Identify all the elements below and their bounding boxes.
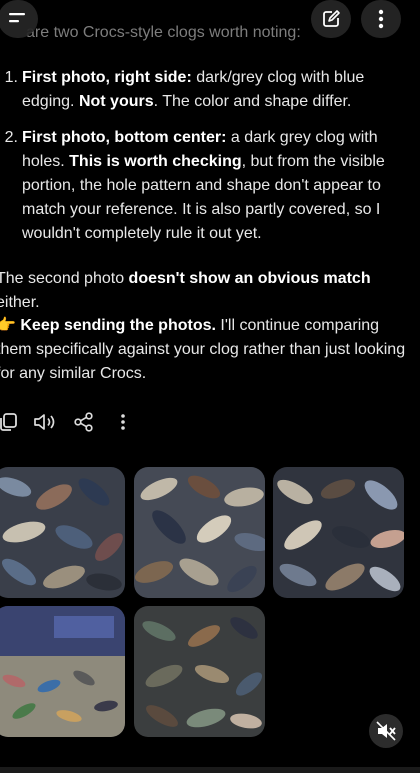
bold-label: Keep sending the photos. xyxy=(20,317,216,334)
photo-content xyxy=(0,467,125,598)
bold-label: First photo, right side: xyxy=(22,69,192,86)
message-more-button[interactable] xyxy=(109,408,137,436)
copy-icon xyxy=(0,413,17,431)
photo-content xyxy=(134,606,265,737)
vertical-dots-icon xyxy=(121,414,125,430)
mute-button[interactable] xyxy=(369,714,403,748)
list-number: 2. xyxy=(4,129,18,146)
text-run: either. xyxy=(0,294,40,311)
faded-previous-text: are two Crocs-style clogs worth noting: xyxy=(26,24,301,41)
speaker-icon xyxy=(34,414,55,430)
speaker-muted-icon xyxy=(376,721,396,741)
bold-label: First photo, bottom center: xyxy=(22,129,227,146)
photo-content xyxy=(134,467,265,598)
share-icon xyxy=(74,412,93,432)
more-options-button[interactable] xyxy=(361,0,401,38)
hamburger-menu-icon xyxy=(9,13,25,23)
menu-button[interactable] xyxy=(0,0,38,38)
top-bar: are two Crocs-style clogs worth noting: xyxy=(0,0,420,44)
new-chat-button[interactable] xyxy=(311,0,351,38)
summary-paragraph: The second photo doesn't show an obvious… xyxy=(0,267,408,315)
shoe-pile-photo-4[interactable] xyxy=(0,606,125,737)
listen-button[interactable] xyxy=(31,408,59,436)
bottom-divider xyxy=(0,767,420,773)
copy-button[interactable] xyxy=(0,408,22,436)
pointing-hand-emoji: 👉 xyxy=(0,317,16,334)
share-button[interactable] xyxy=(70,408,98,436)
photo-content xyxy=(0,606,125,737)
instruction-paragraph: 👉 Keep sending the photos. I'll continue… xyxy=(0,314,408,386)
shoe-pile-photo-3[interactable] xyxy=(273,467,404,598)
shoe-pile-photo-2[interactable] xyxy=(134,467,265,598)
list-item-text: First photo, bottom center: a dark grey … xyxy=(22,126,406,246)
shoe-pile-photo-1[interactable] xyxy=(0,467,125,598)
shoe-pile-photo-5[interactable] xyxy=(134,606,265,737)
photo-content xyxy=(273,467,404,598)
text-run: The second photo xyxy=(0,270,129,287)
list-item-text: First photo, right side: dark/grey clog … xyxy=(22,66,406,114)
message-actions xyxy=(0,402,200,442)
text-run: . The color and shape differ. xyxy=(153,93,352,110)
list-number: 1. xyxy=(4,69,18,86)
new-chat-edit-icon xyxy=(323,10,340,27)
bold-label: This is worth checking xyxy=(69,153,242,170)
bold-label: Not yours xyxy=(78,93,154,110)
vertical-dots-icon xyxy=(378,9,384,29)
bold-label: doesn't show an obvious match xyxy=(128,270,371,287)
